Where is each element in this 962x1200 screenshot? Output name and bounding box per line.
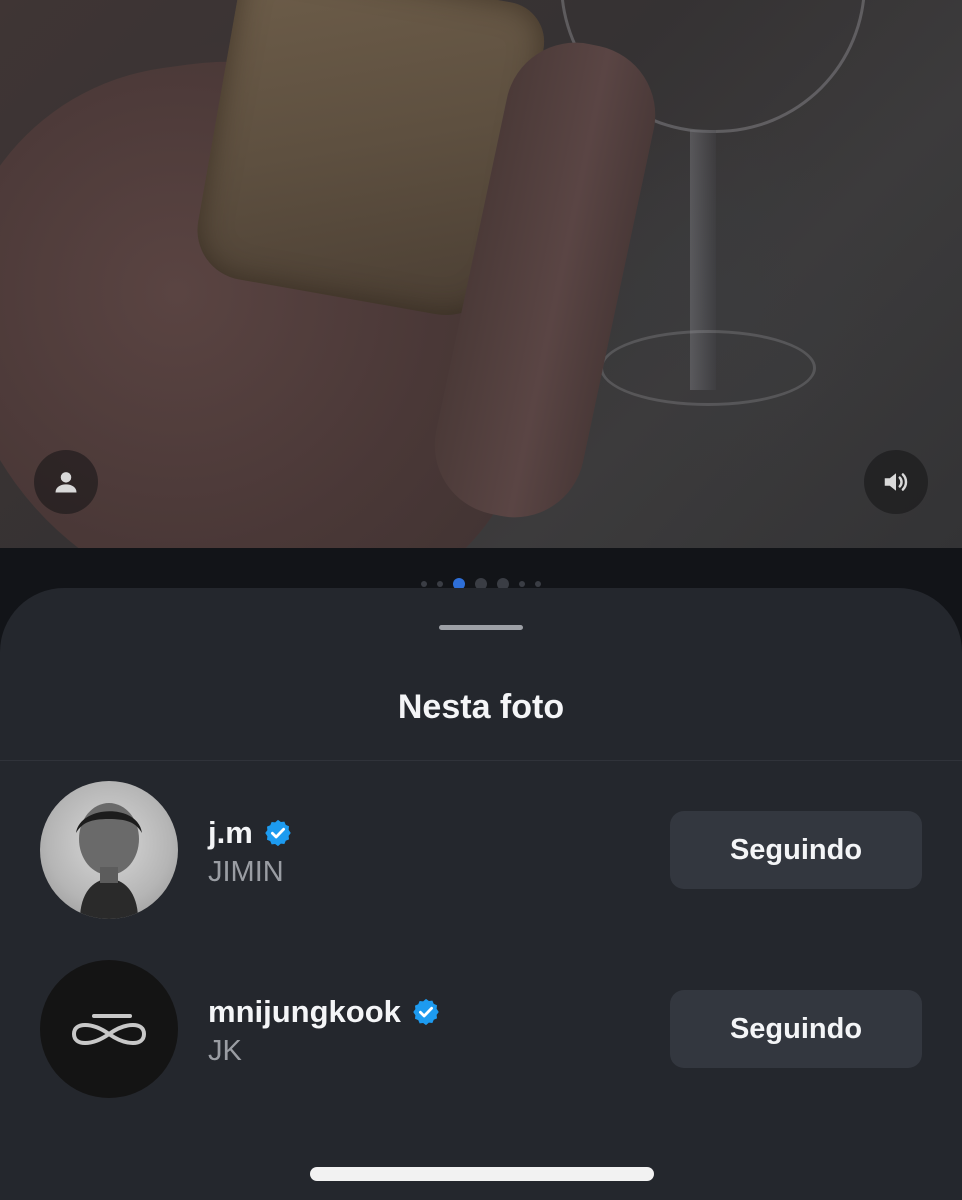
person-icon (55, 472, 77, 493)
full-name: JK (208, 1035, 242, 1067)
verified-badge-icon (413, 998, 439, 1026)
tagged-person-row[interactable]: j.m JIMIN Seguindo (0, 780, 962, 920)
sheet-grabber[interactable] (439, 625, 523, 630)
following-button[interactable]: Seguindo (670, 811, 922, 889)
speaker-icon (884, 473, 908, 491)
infinity-logo (71, 1014, 147, 1045)
divider (0, 760, 962, 761)
tagged-person-row[interactable]: mnijungkook JK Seguindo (0, 959, 962, 1099)
post-photo[interactable] (0, 0, 962, 548)
avatar[interactable] (40, 960, 178, 1098)
home-indicator[interactable] (310, 1167, 654, 1181)
username[interactable]: j.m (208, 815, 253, 851)
verified-badge-icon (265, 819, 291, 847)
avatar[interactable] (40, 781, 178, 919)
tagged-users-button[interactable] (34, 450, 98, 514)
portrait-photo (76, 803, 142, 919)
wine-glass-base (600, 330, 816, 406)
carousel-dot (519, 581, 525, 587)
username[interactable]: mnijungkook (208, 994, 401, 1030)
sheet-title: Nesta foto (397, 688, 565, 726)
tagged-people-sheet: Nesta foto j.m JIMIN Seguindo mnijungkoo… (0, 588, 962, 1200)
carousel-dot (535, 581, 541, 587)
full-name: JIMIN (208, 856, 284, 888)
carousel-dot (437, 581, 443, 587)
carousel-dot (421, 581, 427, 587)
sound-button[interactable] (864, 450, 928, 514)
following-button[interactable]: Seguindo (670, 990, 922, 1068)
